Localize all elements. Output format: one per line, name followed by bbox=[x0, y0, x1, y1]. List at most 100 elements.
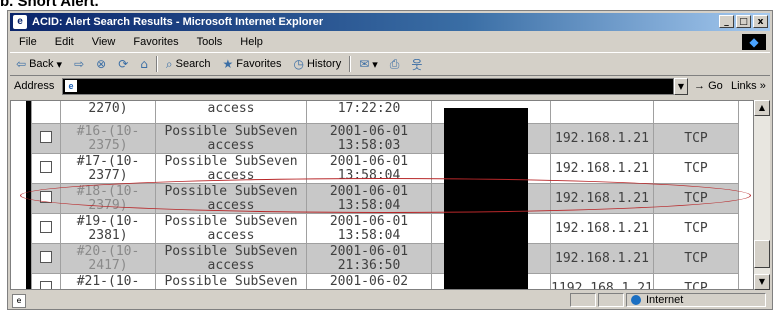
highlight-oval bbox=[20, 178, 751, 213]
alert-id-link[interactable]: #16-(10- 2375) bbox=[60, 123, 156, 154]
timestamp-cell: 2001-06-01 13:58:03 bbox=[306, 123, 432, 154]
protocol-cell: TCP bbox=[653, 123, 739, 154]
messenger-button[interactable]: 웃 bbox=[405, 56, 428, 73]
chevron-down-icon: ▾ bbox=[372, 58, 378, 71]
table-row: #20-(10- 2417) Possible SubSeven access 2001… bbox=[31, 243, 739, 274]
go-arrow-icon: → bbox=[694, 80, 705, 92]
protocol-cell: TCP bbox=[653, 243, 739, 274]
go-label: Go bbox=[708, 80, 723, 92]
signature-cell: Possible SubSevenaccess bbox=[155, 213, 307, 244]
checkbox[interactable] bbox=[40, 220, 52, 233]
scroll-thumb[interactable] bbox=[754, 240, 770, 268]
stop-button[interactable]: ⊗ bbox=[90, 57, 112, 71]
destination-address-cell: 192.168.1.21 bbox=[550, 123, 654, 154]
timestamp-cell: 2001-06-01 13:58:04 bbox=[306, 213, 432, 244]
row-checkbox bbox=[31, 101, 61, 124]
favorites-label: Favorites bbox=[236, 58, 282, 70]
menu-file[interactable]: File bbox=[10, 36, 46, 48]
status-bar: e Internet bbox=[10, 293, 770, 308]
standard-toolbar: ⇦ Back ▾ ⇨ ⊗ ⟳ ⌂ ⌕ Search ★ Favorites ◷ … bbox=[10, 52, 770, 76]
timestamp-cell: 17:22:20 bbox=[306, 101, 432, 124]
history-icon: ◷ bbox=[293, 57, 304, 71]
checkbox[interactable] bbox=[40, 280, 52, 289]
menu-help[interactable]: Help bbox=[231, 36, 272, 48]
status-cell bbox=[598, 293, 624, 307]
table-row: 2270) access 17:22:20 bbox=[31, 101, 739, 124]
row-checkbox bbox=[31, 153, 61, 184]
signature-cell: Possible SubSevenaccess bbox=[155, 123, 307, 154]
ie-icon: e bbox=[13, 15, 27, 29]
address-bar: Address e ▼ → Go Links » bbox=[10, 76, 770, 98]
back-button[interactable]: ⇦ Back ▾ bbox=[10, 57, 68, 71]
table-row: #16-(10- 2375) Possible SubSeven access 2001… bbox=[31, 123, 739, 154]
alert-id-link[interactable]: 2270) bbox=[60, 101, 156, 124]
page-status-icon: e bbox=[12, 294, 26, 308]
minimize-button[interactable]: _ bbox=[719, 15, 734, 28]
favorites-button[interactable]: ★ Favorites bbox=[216, 57, 287, 71]
menu-view[interactable]: View bbox=[83, 36, 125, 48]
alert-id-link[interactable]: #20-(10- 2417) bbox=[60, 243, 156, 274]
checkbox[interactable] bbox=[40, 250, 52, 263]
menu-favorites[interactable]: Favorites bbox=[124, 36, 187, 48]
destination-address-cell: 1192.168.1.21 bbox=[550, 273, 654, 289]
row-checkbox bbox=[31, 213, 61, 244]
forward-arrow-icon: ⇨ bbox=[74, 57, 85, 71]
search-button[interactable]: ⌕ Search bbox=[160, 57, 217, 72]
address-dropdown-button[interactable]: ▼ bbox=[674, 78, 688, 95]
destination-address-cell: 192.168.1.21 bbox=[550, 153, 654, 184]
home-button[interactable]: ⌂ bbox=[134, 57, 154, 71]
history-button[interactable]: ◷ History bbox=[287, 57, 347, 71]
go-button[interactable]: → Go bbox=[694, 80, 723, 92]
close-button[interactable]: x bbox=[753, 15, 768, 28]
alert-id-link[interactable]: #19-(10- 2381) bbox=[60, 213, 156, 244]
refresh-icon: ⟳ bbox=[118, 57, 129, 71]
alert-id-link[interactable]: #21-(10-2448) bbox=[60, 273, 156, 289]
mail-button[interactable]: ✉ ▾ bbox=[353, 57, 384, 71]
search-label: Search bbox=[175, 58, 211, 70]
mail-icon: ✉ bbox=[359, 57, 370, 71]
menu-bar: File Edit View Favorites Tools Help ◆ bbox=[10, 33, 770, 51]
zone-label: Internet bbox=[646, 294, 684, 306]
messenger-icon: 웃 bbox=[411, 57, 423, 72]
status-cell bbox=[570, 293, 596, 307]
timestamp-cell: 2001-06-01 21:36:50 bbox=[306, 243, 432, 274]
address-label: Address bbox=[14, 80, 55, 92]
links-button[interactable]: Links » bbox=[731, 80, 766, 92]
table-row: #19-(10- 2381) Possible SubSeven access 2001… bbox=[31, 213, 739, 244]
title-bar: e ACID: Alert Search Results - Microsoft… bbox=[10, 13, 770, 31]
forward-button[interactable]: ⇨ bbox=[68, 57, 90, 71]
globe-icon bbox=[631, 295, 641, 305]
vertical-scrollbar[interactable]: ▲ ▼ bbox=[754, 100, 770, 290]
menu-edit[interactable]: Edit bbox=[46, 36, 83, 48]
protocol-cell: TCP bbox=[653, 213, 739, 244]
menu-tools[interactable]: Tools bbox=[188, 36, 232, 48]
window-title: ACID: Alert Search Results - Microsoft I… bbox=[32, 16, 324, 28]
back-arrow-icon: ⇦ bbox=[16, 57, 27, 71]
destination-address-cell bbox=[550, 101, 654, 124]
checkbox[interactable] bbox=[40, 160, 52, 173]
print-button[interactable]: ⎙ bbox=[384, 57, 406, 72]
signature-cell: access bbox=[155, 101, 307, 124]
address-input[interactable]: e bbox=[62, 78, 674, 95]
row-checkbox bbox=[31, 273, 61, 289]
protocol-cell bbox=[653, 101, 739, 124]
checkbox[interactable] bbox=[40, 130, 52, 143]
scroll-down-button[interactable]: ▼ bbox=[754, 274, 770, 290]
destination-address-cell: 192.168.1.21 bbox=[550, 243, 654, 274]
back-label: Back bbox=[29, 58, 54, 70]
refresh-button[interactable]: ⟳ bbox=[112, 57, 134, 71]
row-checkbox bbox=[31, 243, 61, 274]
row-checkbox bbox=[31, 123, 61, 154]
stop-icon: ⊗ bbox=[96, 57, 107, 71]
protocol-cell: TCP bbox=[653, 273, 739, 289]
scroll-up-button[interactable]: ▲ bbox=[754, 100, 770, 116]
signature-cell: Possible SubSevenaccess bbox=[155, 273, 307, 289]
favorites-icon: ★ bbox=[222, 57, 234, 71]
maximize-button[interactable]: □ bbox=[736, 15, 751, 28]
search-icon: ⌕ bbox=[165, 56, 173, 71]
alert-id-link[interactable]: #17-(10- 2377) bbox=[60, 153, 156, 184]
windows-logo-icon: ◆ bbox=[742, 34, 766, 50]
history-label: History bbox=[306, 58, 342, 70]
destination-address-cell: 192.168.1.21 bbox=[550, 213, 654, 244]
table-row: #21-(10-2448)Possible SubSevenaccess2001… bbox=[31, 273, 739, 289]
